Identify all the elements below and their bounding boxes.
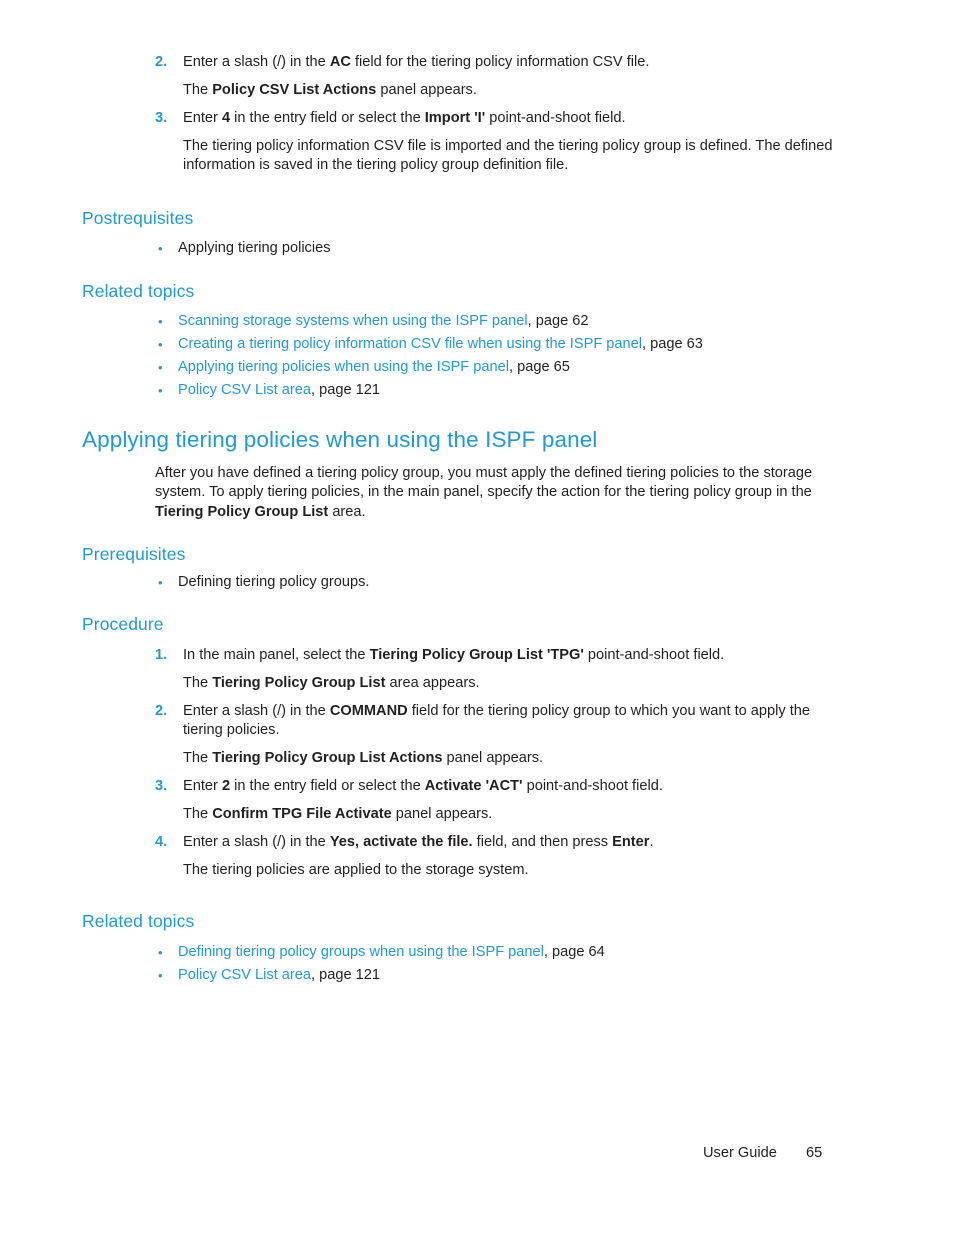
step-continuation: The Confirm TPG File Activate panel appe… [183,805,843,824]
prerequisites-heading: Prerequisites [82,544,186,564]
step-text: The Policy CSV List Actions panel appear… [183,82,477,98]
bullet-icon: • [158,383,163,398]
page-title: Applying tiering policies when using the… [82,427,598,452]
step-continuation: The Tiering Policy Group List area appea… [183,674,843,693]
step-item: 2. Enter a slash (/) in the AC field for… [155,53,835,72]
step-continuation: The tiering policy information CSV file … [183,137,833,176]
related-topic-text[interactable]: Policy CSV List area, page 121 [178,966,380,985]
bullet-icon: • [158,337,163,352]
bullet-icon: • [158,360,163,375]
related-topic-link-item[interactable]: • Defining tiering policy groups when us… [158,943,858,962]
step-text: Enter 2 in the entry field or select the… [183,778,663,794]
list-item-text: Defining tiering policy groups. [178,574,370,590]
related-topic-text[interactable]: Policy CSV List area, page 121 [178,381,380,400]
step-item: 2. Enter a slash (/) in the COMMAND fiel… [155,702,845,741]
bullet-icon: • [158,968,163,983]
step-item: 3. Enter 4 in the entry field or select … [155,109,835,128]
related-topic-text[interactable]: Creating a tiering policy information CS… [178,335,703,354]
list-item: • Defining tiering policy groups. [158,573,818,592]
related-topic-link-item[interactable]: • Scanning storage systems when using th… [158,312,858,331]
related-topics-heading-1: Related topics [82,281,195,301]
step-text: The tiering policies are applied to the … [183,862,529,878]
intro-paragraph: After you have defined a tiering policy … [155,465,813,520]
step-continuation: The tiering policies are applied to the … [183,861,843,880]
step-text: The tiering policy information CSV file … [183,138,833,174]
step-item: 1. In the main panel, select the Tiering… [155,646,845,665]
footer-label: User Guide [703,1145,777,1161]
step-text: The Tiering Policy Group List Actions pa… [183,750,544,766]
related-topic-text[interactable]: Scanning storage systems when using the … [178,312,589,331]
related-topic-link-item[interactable]: • Creating a tiering policy information … [158,335,858,354]
step-text: The Confirm TPG File Activate panel appe… [183,806,493,822]
list-item: • Applying tiering policies [158,239,818,258]
related-topics-heading-2: Related topics [82,911,195,931]
step-number: 2. [155,54,168,70]
related-topic-link-item[interactable]: • Applying tiering policies when using t… [158,358,858,377]
list-item-text: Applying tiering policies [178,240,331,256]
bullet-icon: • [158,314,163,329]
bullet-icon: • [158,241,163,256]
related-topic-text[interactable]: Defining tiering policy groups when usin… [178,943,605,962]
bullet-icon: • [158,575,163,590]
step-number: 3. [155,110,168,126]
step-text: Enter a slash (/) in the Yes, activate t… [183,834,654,850]
step-continuation: The Policy CSV List Actions panel appear… [183,81,843,100]
related-topic-link-item[interactable]: • Policy CSV List area, page 121 [158,381,858,400]
step-item: 3. Enter 2 in the entry field or select … [155,777,845,796]
related-topic-text[interactable]: Applying tiering policies when using the… [178,358,570,377]
document-page: 2. Enter a slash (/) in the AC field for… [0,0,954,1235]
step-text: Enter a slash (/) in the COMMAND field f… [183,703,811,739]
step-number: 4. [155,834,168,850]
step-number: 1. [155,647,168,663]
related-topic-link-item[interactable]: • Policy CSV List area, page 121 [158,966,858,985]
step-number: 3. [155,778,168,794]
step-text: Enter 4 in the entry field or select the… [183,110,626,126]
step-text: In the main panel, select the Tiering Po… [183,647,725,663]
postrequisites-heading: Postrequisites [82,208,194,228]
step-item: 4. Enter a slash (/) in the Yes, activat… [155,833,845,852]
step-text: The Tiering Policy Group List area appea… [183,675,480,691]
step-number: 2. [155,703,168,719]
step-text: Enter a slash (/) in the AC field for th… [183,54,650,70]
step-continuation: The Tiering Policy Group List Actions pa… [183,749,843,768]
procedure-heading: Procedure [82,614,164,634]
bullet-icon: • [158,945,163,960]
page-number: 65 [806,1145,823,1161]
